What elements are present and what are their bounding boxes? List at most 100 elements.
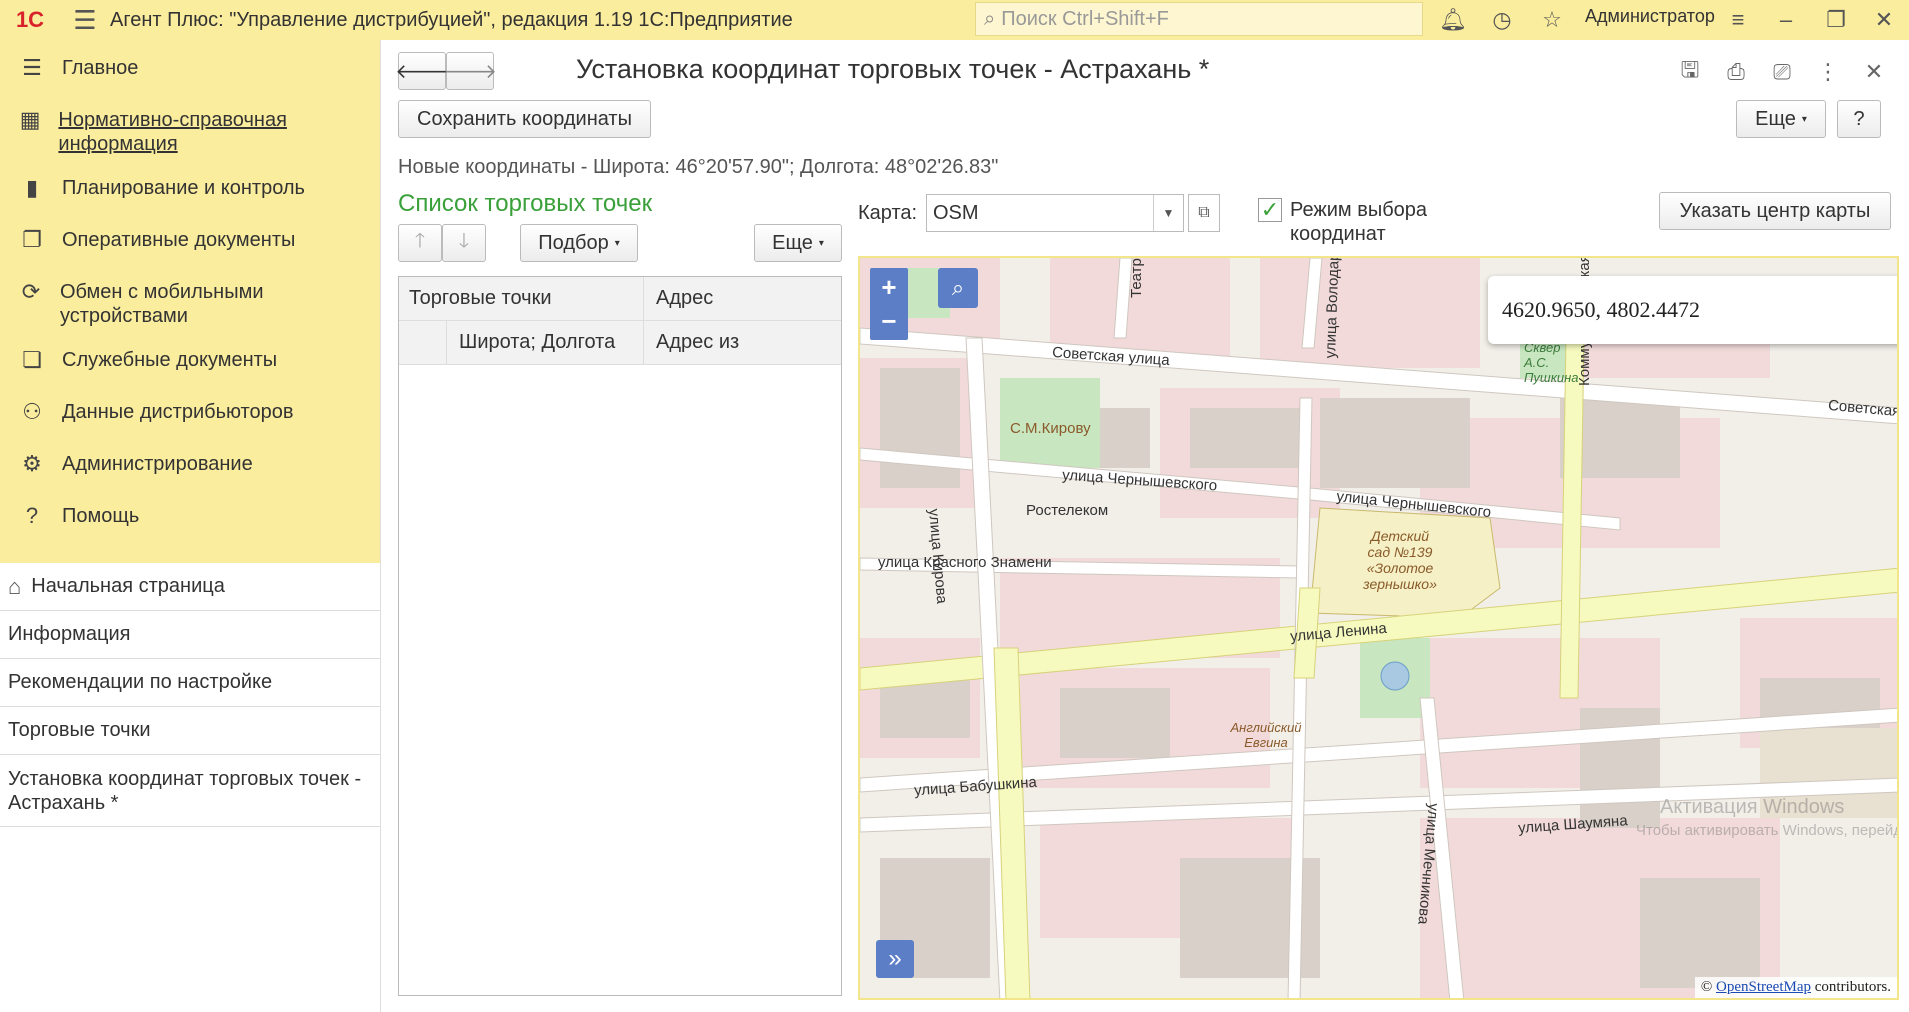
nav-item[interactable]: Торговые точки: [0, 707, 380, 755]
help-icon: ?: [25, 503, 39, 528]
sidebar-section[interactable]: ? Помощь: [0, 494, 380, 546]
sidebar-section[interactable]: ▦ Нормативно-справочная информация: [0, 98, 380, 166]
save-icon[interactable]: 🖫: [1672, 54, 1708, 90]
search-input[interactable]: ⌕ Поиск Ctrl+Shift+F: [975, 2, 1423, 36]
expand-panel-button[interactable]: »: [876, 940, 914, 978]
move-up-button[interactable]: 🡑: [398, 224, 442, 262]
sidebar-section-label: Служебные документы: [62, 349, 278, 371]
nav-item-label: Информация: [8, 623, 131, 645]
map-view[interactable]: Советская улица улица Чернышевского улиц…: [858, 256, 1899, 1000]
service-docs-icon: ❏: [22, 347, 42, 372]
pick-button-label: Подбор: [538, 231, 609, 254]
list-title: Список торговых точек: [398, 190, 653, 217]
nav-item-label: Рекомендации по настройке: [8, 671, 273, 693]
table-subheader: Широта; Долгота Адрес из: [399, 321, 841, 365]
sidebar-section[interactable]: ☰ Главное: [0, 46, 380, 98]
map-search-icon[interactable]: ⌕: [938, 268, 978, 308]
poi-label: Английский Евгина: [1230, 720, 1302, 750]
more-button[interactable]: Еще ▾: [1736, 100, 1826, 138]
nav-item[interactable]: ⌂ Начальная страница: [0, 563, 380, 611]
sidebar-section-label: Планирование и контроль: [62, 177, 305, 199]
column-header-lat-lon[interactable]: Широта; Долгота: [447, 321, 644, 364]
help-button[interactable]: ?: [1837, 100, 1881, 138]
nav-item[interactable]: Установка координат торговых точек - Аст…: [0, 755, 380, 827]
sidebar-section[interactable]: ❐ Оперативные документы: [0, 218, 380, 270]
column-header-address[interactable]: Адрес: [644, 277, 841, 320]
sidebar-section-label: Администрирование: [62, 453, 253, 475]
sidebar-section[interactable]: ▮ Планирование и контроль: [0, 166, 380, 218]
sidebar-section[interactable]: ❏ Служебные документы: [0, 338, 380, 390]
coord-mode-checkbox[interactable]: ✓: [1258, 197, 1282, 222]
close-form-icon[interactable]: ✕: [1856, 54, 1892, 90]
nav-item[interactable]: Рекомендации по настройке: [0, 659, 380, 707]
watermark-subtext: Чтобы активировать Windows, перейдите в …: [1636, 822, 1897, 839]
back-button[interactable]: 🡐: [395, 52, 449, 90]
nav-item[interactable]: Информация: [0, 611, 380, 659]
list-more-label: Еще: [772, 231, 813, 254]
chevron-down-icon: ▾: [614, 237, 620, 249]
map-attribution: © OpenStreetMap contributors.: [1694, 977, 1897, 998]
map-label: Карта:: [858, 202, 918, 224]
save-coordinates-button[interactable]: Сохранить координаты: [398, 100, 651, 138]
search-icon: ⌕: [984, 7, 996, 30]
catalog-icon: ▦: [19, 107, 41, 132]
nav-item-label: Установка координат торговых точек - Аст…: [8, 767, 362, 814]
set-map-center-button[interactable]: Указать центр карты: [1659, 192, 1891, 230]
new-coordinates-text: Новые координаты - Широта: 46°20'57.90";…: [398, 156, 999, 178]
settings-menu-icon[interactable]: ≡: [1716, 0, 1760, 40]
close-app-icon[interactable]: ✕: [1862, 0, 1906, 40]
print-icon[interactable]: ⎙: [1718, 54, 1754, 90]
map-select-value: OSM: [933, 201, 979, 224]
poi-label: Детский сад №139 «Золотое зернышко»: [1363, 528, 1437, 592]
main-form: 🡐 🡒 Установка координат торговых точек -…: [382, 40, 1909, 1012]
bell-icon[interactable]: 🔔︎: [1431, 0, 1475, 40]
map-select[interactable]: OSM ▼: [926, 194, 1184, 232]
main-menu-icon[interactable]: ☰: [60, 0, 110, 40]
menu-icon: ☰: [22, 55, 42, 80]
column-header-address-from[interactable]: Адрес из: [644, 321, 841, 364]
chevron-down-icon[interactable]: ▼: [1153, 195, 1183, 231]
restore-icon[interactable]: ❐: [1814, 0, 1858, 40]
trade-points-table[interactable]: Торговые точки Адрес Широта; Долгота Адр…: [398, 276, 842, 996]
documents-icon: ❐: [22, 227, 42, 252]
nav-item-label: Торговые точки: [8, 719, 151, 741]
home-icon: ⌂: [8, 573, 22, 599]
forward-button[interactable]: 🡒: [443, 52, 497, 90]
subheader-spacer: [399, 321, 447, 364]
chevron-down-icon: ▾: [818, 237, 824, 249]
zoom-out-button[interactable]: −: [870, 302, 908, 340]
sidebar-section-label: Помощь: [62, 505, 140, 527]
sidebar-section-label: Данные дистрибьюторов: [62, 401, 294, 423]
page-title: Установка координат торговых точек - Аст…: [576, 54, 1210, 84]
sections-panel: ☰ Главное ▦ Нормативно-справочная информаци…: [0, 40, 380, 563]
sidebar-section[interactable]: ⚇ Данные дистрибьюторов: [0, 390, 380, 442]
list-more-button[interactable]: Еще ▾: [754, 224, 842, 262]
more-vert-icon[interactable]: ⋮: [1810, 54, 1846, 90]
sidebar-section[interactable]: ⚙ Администрирование: [0, 442, 380, 494]
attribution-suffix: contributors.: [1811, 979, 1891, 995]
poi-label: С.М.Кирову: [1010, 420, 1091, 437]
sidebar: ☰ Главное ▦ Нормативно-справочная информаци…: [0, 40, 381, 1012]
coord-mode-label: Режим выбора координат: [1290, 199, 1428, 245]
preview-icon[interactable]: ⎚: [1764, 54, 1800, 90]
nav-item-label: Начальная страница: [31, 575, 225, 597]
watermark-text: Активация Windows: [1660, 796, 1845, 818]
osm-link[interactable]: OpenStreetMap: [1716, 979, 1811, 995]
move-down-button[interactable]: 🡓: [442, 224, 486, 262]
distributors-icon: ⚇: [22, 399, 42, 424]
zoom-in-button[interactable]: +: [870, 268, 908, 306]
pick-button[interactable]: Подбор ▾: [520, 224, 638, 262]
app-title: Агент Плюс: "Управление дистрибуцией", р…: [110, 8, 793, 31]
sidebar-section-label: Обмен с мобильными устройствами: [59, 281, 264, 327]
poi-label: Ростелеком: [1026, 502, 1109, 519]
user-name[interactable]: Администратор: [1585, 6, 1715, 27]
minimize-icon[interactable]: –: [1764, 0, 1808, 40]
history-icon[interactable]: ◷: [1480, 0, 1524, 40]
more-button-label: Еще: [1755, 107, 1796, 130]
open-icon[interactable]: ⧉: [1188, 194, 1220, 232]
sidebar-section-label: Оперативные документы: [62, 229, 296, 251]
star-icon[interactable]: ☆: [1530, 0, 1574, 40]
sidebar-section[interactable]: ⟳ Обмен с мобильными устройствами: [0, 270, 380, 338]
gear-icon: ⚙: [22, 451, 42, 476]
column-header-trade-points[interactable]: Торговые точки: [399, 277, 644, 320]
